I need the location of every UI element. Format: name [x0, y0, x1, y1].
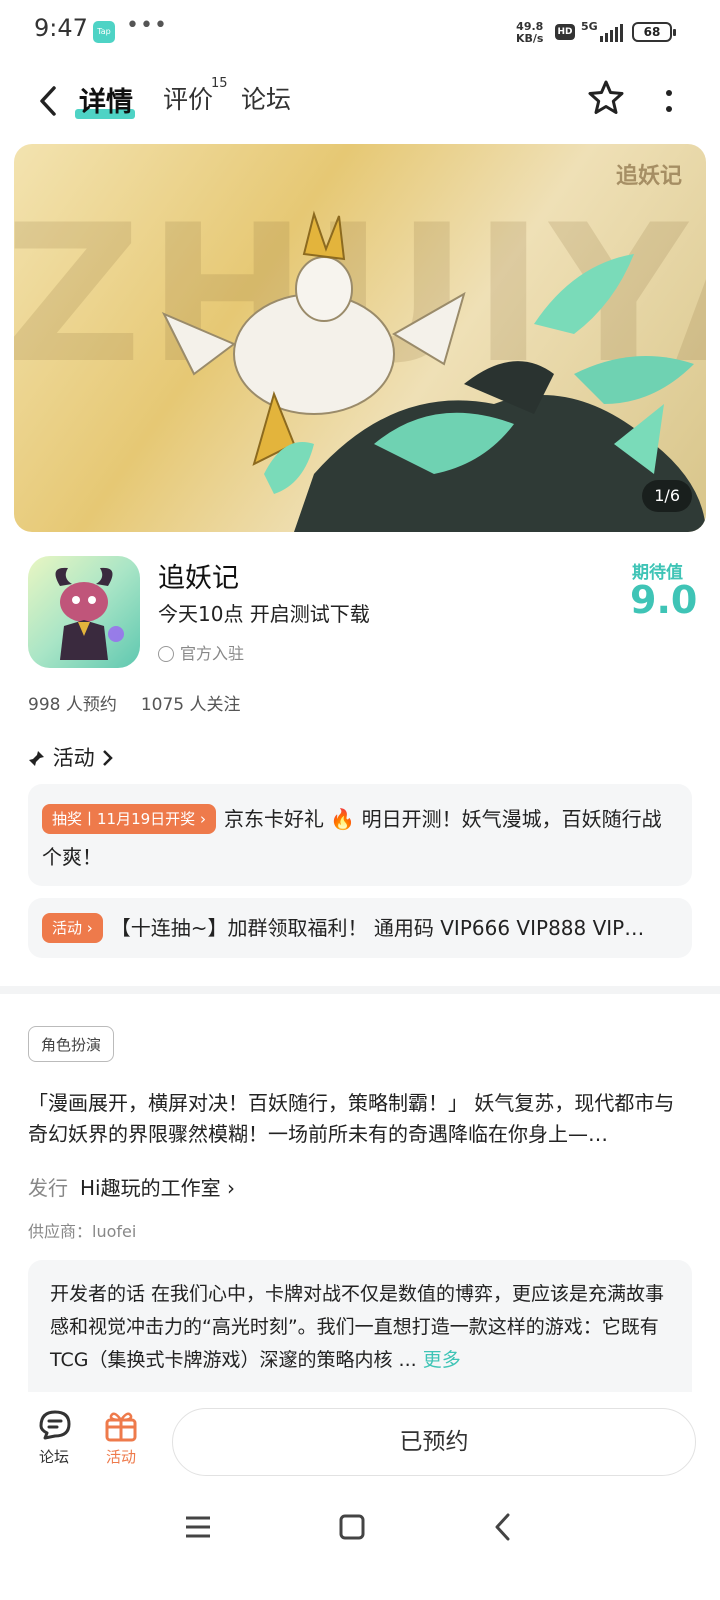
status-bar: 9:47 Tap ••• 49.8 KB/s HD 5G 68 [0, 0, 720, 64]
chat-icon [24, 1408, 84, 1446]
pin-icon [28, 746, 53, 770]
banner-page-counter: 1/6 [642, 480, 692, 512]
favorite-star-icon[interactable] [586, 78, 626, 118]
event-tag: 活动 › [42, 913, 103, 943]
follower-count: 1075 人关注 [140, 695, 241, 715]
status-time: 9:47 [34, 14, 88, 42]
app-stats: 998 人预约 1075 人关注 [28, 690, 265, 715]
net-speed: 49.8 KB/s [516, 20, 544, 45]
more-vertical-icon[interactable] [664, 88, 674, 118]
reserved-button[interactable]: 已预约 [172, 1408, 696, 1476]
activities-header[interactable]: 活动 [28, 742, 115, 772]
expectation-score: 9.0 [630, 578, 698, 622]
home-icon[interactable] [338, 1513, 366, 1545]
banner-artwork [161, 210, 706, 532]
supplier-info: 供应商：luofei [28, 1222, 137, 1241]
system-nav-bar [0, 1496, 720, 1600]
bottom-forum-button[interactable]: 论坛 [24, 1408, 84, 1467]
bottom-activity-button[interactable]: 活动 [91, 1408, 151, 1467]
publisher-name: Hi趣玩的工作室 › [80, 1176, 235, 1200]
game-description[interactable]: 「漫画展开，横屏对决！百妖随行，策略制霸！」 妖气复苏，现代都市与奇幻妖界的界限… [28, 1088, 692, 1150]
activity-card-lottery[interactable]: 抽奖丨11月19日开奖 › 京东卡好礼 🔥 明日开测！妖气漫城，百妖随行战个爽！ [28, 784, 692, 886]
gift-icon [91, 1408, 151, 1446]
tab-forum[interactable]: 论坛 [241, 80, 291, 116]
app-icon [28, 556, 140, 668]
developer-note[interactable]: 开发者的话 在我们心中，卡牌对战不仅是数值的博弈，更应该是充满故事感和视觉冲击力… [28, 1260, 692, 1392]
more-link[interactable]: 更多 [423, 1349, 461, 1371]
publisher-row[interactable]: 发行 Hi趣玩的工作室 › [28, 1172, 235, 1201]
publisher-label: 发行 [28, 1176, 68, 1200]
status-overflow-icon: ••• [126, 13, 168, 38]
activity-card-event[interactable]: 活动 › 【十连抽~】加群领取福利！ 通用码 VIP666 VIP888 VIP… [28, 898, 692, 958]
genre-tag[interactable]: 角色扮演 [28, 1026, 115, 1062]
reviews-count: 15 [211, 76, 228, 91]
battery-icon: 68 [632, 22, 676, 42]
tab-reviews[interactable]: 评价 [163, 80, 213, 116]
tab-details[interactable]: 详情 [79, 80, 133, 119]
reservation-count: 998 人预约 [28, 695, 117, 715]
network-type: 5G [581, 20, 598, 33]
hero-banner[interactable]: ZHUIYAOJI 追妖记 1/6 [14, 144, 706, 532]
app-name: 追妖记 [158, 563, 239, 594]
chevron-right-icon [101, 746, 115, 770]
taptap-icon: Tap [93, 21, 115, 43]
hd-icon: HD [555, 24, 575, 40]
official-badge: 官方入驻 [158, 640, 244, 664]
system-back-icon[interactable] [492, 1512, 514, 1546]
app-subtitle: 今天10点 开启测试下载 [158, 602, 370, 626]
back-icon[interactable] [34, 84, 64, 118]
section-divider [0, 986, 720, 994]
recent-apps-icon[interactable] [184, 1514, 212, 1544]
signal-icon [600, 24, 624, 42]
lottery-tag: 抽奖丨11月19日开奖 › [42, 804, 216, 834]
verified-check-icon [158, 646, 174, 662]
